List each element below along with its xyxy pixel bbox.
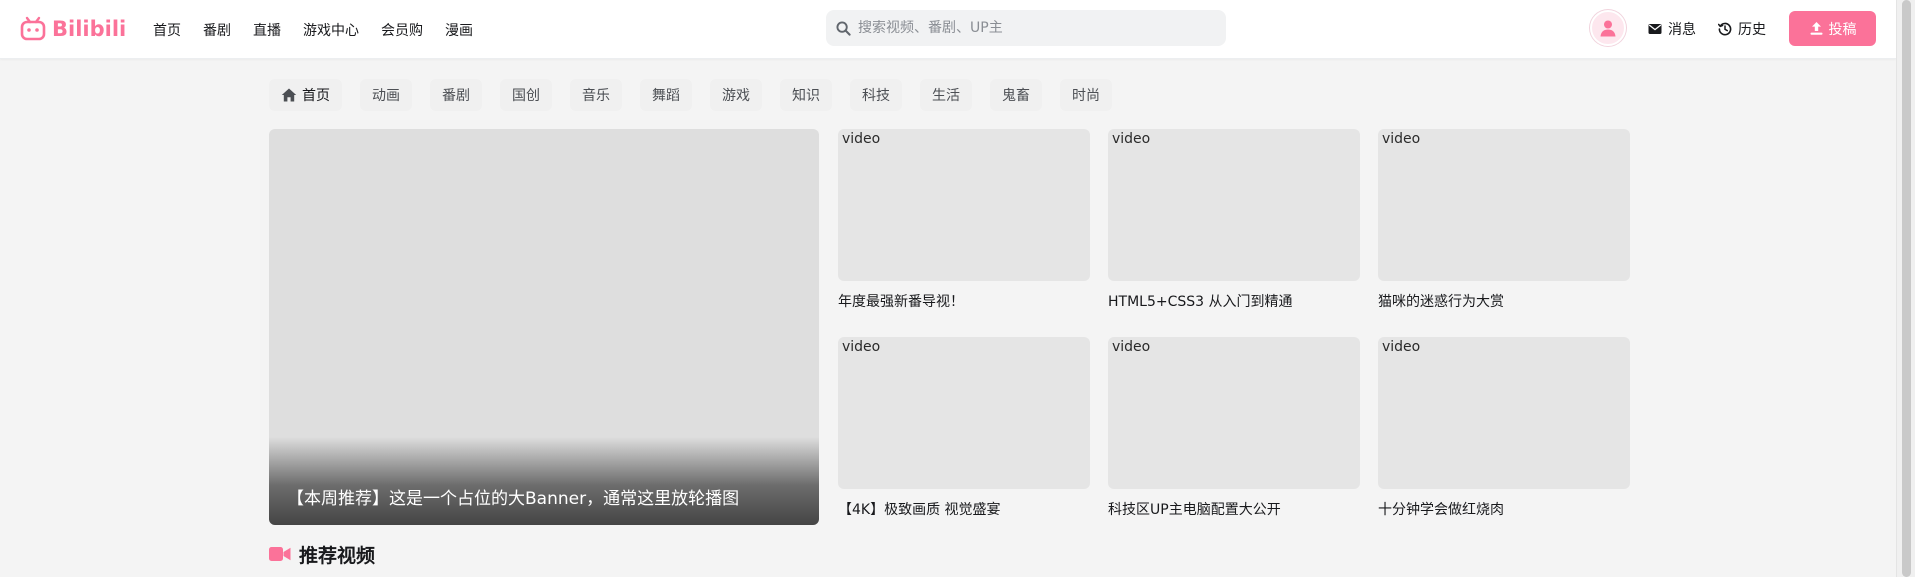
nav-item-mall[interactable]: 会员购: [381, 20, 423, 40]
banner-caption: 【本周推荐】这是一个占位的大Banner，通常这里放轮播图: [287, 489, 740, 509]
video-thumbnail[interactable]: video: [1378, 129, 1630, 281]
video-thumbnail[interactable]: video: [1378, 337, 1630, 489]
category-knowledge[interactable]: 知识: [780, 79, 832, 111]
video-title[interactable]: 年度最强新番导视！: [838, 291, 1090, 311]
video-card[interactable]: video 十分钟学会做红烧肉: [1378, 337, 1630, 519]
featured-banner[interactable]: 【本周推荐】这是一个占位的大Banner，通常这里放轮播图: [269, 129, 819, 525]
main-nav: 首页 番剧 直播 游戏中心 会员购 漫画: [153, 0, 495, 59]
category-bangumi[interactable]: 番剧: [430, 79, 482, 111]
upload-label: 投稿: [1828, 21, 1857, 38]
category-game[interactable]: 游戏: [710, 79, 762, 111]
broken-image-alt: video: [842, 131, 881, 147]
broken-image-alt: video: [1382, 339, 1421, 355]
category-fashion[interactable]: 时尚: [1060, 79, 1112, 111]
video-title[interactable]: HTML5+CSS3 从入门到精通: [1108, 291, 1360, 311]
category-tech[interactable]: 科技: [850, 79, 902, 111]
video-title[interactable]: 科技区UP主电脑配置大公开: [1108, 499, 1360, 519]
nav-item-manga[interactable]: 漫画: [445, 20, 473, 40]
category-home[interactable]: 首页: [269, 79, 342, 111]
video-title[interactable]: 十分钟学会做红烧肉: [1378, 499, 1630, 519]
envelope-icon: [1648, 24, 1662, 34]
tv-logo-icon: [20, 16, 46, 41]
video-thumbnail[interactable]: video: [838, 129, 1090, 281]
video-thumbnail[interactable]: video: [1108, 129, 1360, 281]
avatar[interactable]: [1590, 10, 1626, 46]
video-card[interactable]: video 年度最强新番导视！: [838, 129, 1090, 311]
category-life[interactable]: 生活: [920, 79, 972, 111]
home-icon: [281, 88, 297, 102]
history-icon: [1718, 22, 1732, 36]
history-label: 历史: [1738, 22, 1766, 38]
upload-icon: [1810, 22, 1822, 35]
upload-button[interactable]: 投稿: [1789, 11, 1876, 46]
banner-gradient-overlay: [269, 437, 819, 525]
top-header: Bilibili 首页 番剧 直播 游戏中心 会员购 漫画 消息: [0, 0, 1896, 59]
video-title[interactable]: 【4K】极致画质 视觉盛宴: [838, 499, 1090, 519]
category-label: 首页: [302, 88, 330, 104]
category-animation[interactable]: 动画: [360, 79, 412, 111]
search-icon[interactable]: [836, 20, 851, 36]
bilibili-logo[interactable]: Bilibili: [20, 14, 126, 44]
video-card[interactable]: video 猫咪的迷惑行为大赏: [1378, 129, 1630, 311]
video-thumbnail[interactable]: video: [1108, 337, 1360, 489]
messages-label: 消息: [1668, 22, 1696, 38]
category-bar: 首页 动画 番剧 国创 音乐 舞蹈 游戏 知识 科技 生活 鬼畜 时尚: [269, 79, 1112, 111]
history-link[interactable]: 历史: [1718, 18, 1766, 40]
brand-name: Bilibili: [52, 17, 127, 41]
video-card[interactable]: video 科技区UP主电脑配置大公开: [1108, 337, 1360, 519]
nav-item-home[interactable]: 首页: [153, 20, 181, 40]
category-guochuang[interactable]: 国创: [500, 79, 552, 111]
broken-image-alt: video: [1382, 131, 1421, 147]
section-title: 推荐视频: [299, 544, 376, 567]
video-card[interactable]: video HTML5+CSS3 从入门到精通: [1108, 129, 1360, 311]
nav-item-game-center[interactable]: 游戏中心: [303, 20, 359, 40]
broken-image-alt: video: [1112, 339, 1151, 355]
broken-image-alt: video: [1112, 131, 1151, 147]
search-input[interactable]: [858, 20, 1198, 36]
nav-item-live[interactable]: 直播: [253, 20, 281, 40]
recommended-section-heading: 推荐视频: [269, 541, 375, 567]
search-box[interactable]: [826, 10, 1226, 46]
category-dance[interactable]: 舞蹈: [640, 79, 692, 111]
category-music[interactable]: 音乐: [570, 79, 622, 111]
scrollbar-thumb[interactable]: [1902, 0, 1911, 577]
messages-link[interactable]: 消息: [1648, 18, 1696, 40]
video-card[interactable]: video 【4K】极致画质 视觉盛宴: [838, 337, 1090, 519]
video-camera-icon: [269, 547, 291, 561]
video-title[interactable]: 猫咪的迷惑行为大赏: [1378, 291, 1630, 311]
category-kichiku[interactable]: 鬼畜: [990, 79, 1042, 111]
broken-image-alt: video: [842, 339, 881, 355]
video-thumbnail[interactable]: video: [838, 337, 1090, 489]
user-icon: [1600, 20, 1616, 37]
page-scrollbar[interactable]: [1896, 0, 1915, 577]
nav-item-anime[interactable]: 番剧: [203, 20, 231, 40]
